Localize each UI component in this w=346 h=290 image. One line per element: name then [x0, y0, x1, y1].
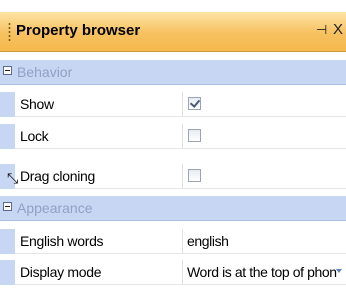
property-browser-panel: Property browser ⊣ X Behavior Show Lock …: [0, 0, 346, 290]
panel-titlebar[interactable]: Property browser ⊣ X: [0, 12, 346, 52]
collapse-icon[interactable]: [3, 66, 12, 75]
row-gutter: [0, 229, 15, 254]
dropdown-arrow-icon[interactable]: [336, 269, 342, 273]
collapse-icon[interactable]: [3, 202, 12, 211]
property-row-show[interactable]: Show: [0, 92, 346, 117]
panel-title: Property browser: [16, 22, 141, 39]
drag-cloning-checkbox[interactable]: [188, 169, 201, 182]
category-label: Behavior: [17, 64, 73, 80]
property-name: Display mode: [20, 264, 102, 280]
property-name: Drag cloning: [20, 168, 95, 184]
row-gutter: [0, 92, 15, 117]
show-checkbox[interactable]: [188, 97, 201, 110]
close-icon[interactable]: X: [333, 21, 343, 38]
resize-cursor-icon: ⤡: [7, 170, 19, 186]
property-row-english-words[interactable]: English words english: [0, 229, 346, 254]
lock-checkbox[interactable]: [188, 129, 201, 142]
display-mode-select[interactable]: Word is at the top of phon: [187, 264, 337, 280]
column-divider[interactable]: [182, 92, 183, 117]
row-gutter: [0, 124, 15, 149]
row-gutter: [0, 260, 15, 285]
category-behavior[interactable]: Behavior: [0, 60, 346, 85]
pin-icon[interactable]: ⊣: [316, 22, 327, 38]
property-name: Lock: [20, 128, 49, 144]
column-divider[interactable]: [182, 260, 183, 285]
column-divider[interactable]: [182, 164, 183, 189]
category-appearance[interactable]: Appearance: [0, 196, 346, 221]
column-divider[interactable]: [182, 229, 183, 254]
property-name: Show: [20, 96, 54, 112]
property-row-drag-cloning[interactable]: Drag cloning: [0, 164, 346, 189]
drag-grip-icon[interactable]: [8, 22, 11, 42]
column-divider[interactable]: [182, 124, 183, 149]
property-row-display-mode[interactable]: Display mode Word is at the top of phon: [0, 260, 346, 285]
property-row-lock[interactable]: Lock: [0, 124, 346, 149]
property-name: English words: [20, 233, 104, 249]
english-words-value[interactable]: english: [187, 233, 229, 249]
category-label: Appearance: [17, 200, 93, 216]
